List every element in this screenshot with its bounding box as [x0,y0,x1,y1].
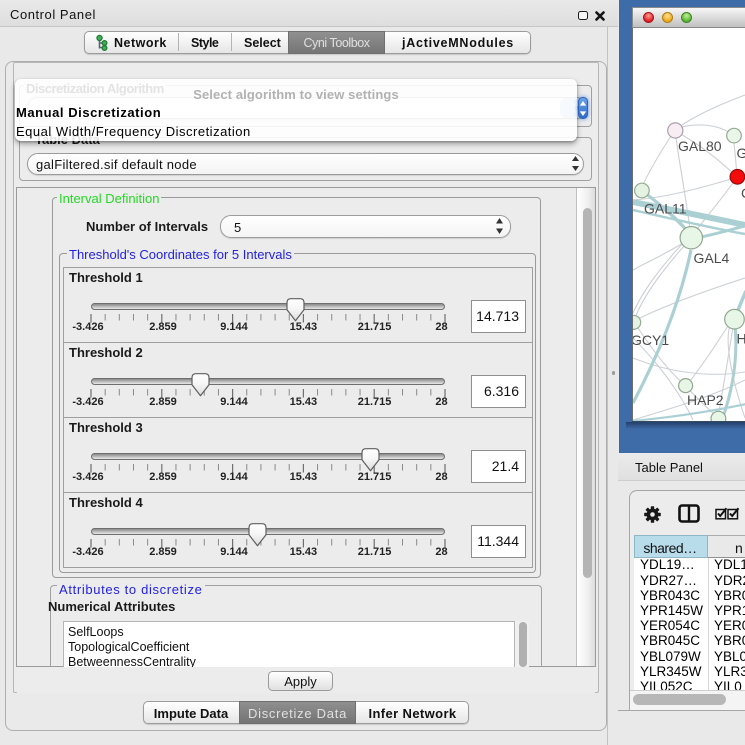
svg-text:GA: GA [736,145,745,161]
svg-text:GCY1: GCY1 [633,332,669,348]
svg-text:H: H [736,331,745,347]
svg-text:GAL80: GAL80 [678,138,722,154]
svg-text:C: C [741,185,745,201]
svg-text:HAP2: HAP2 [687,392,724,408]
svg-text:GAL11: GAL11 [644,201,687,217]
svg-text:GAL4: GAL4 [693,250,729,266]
